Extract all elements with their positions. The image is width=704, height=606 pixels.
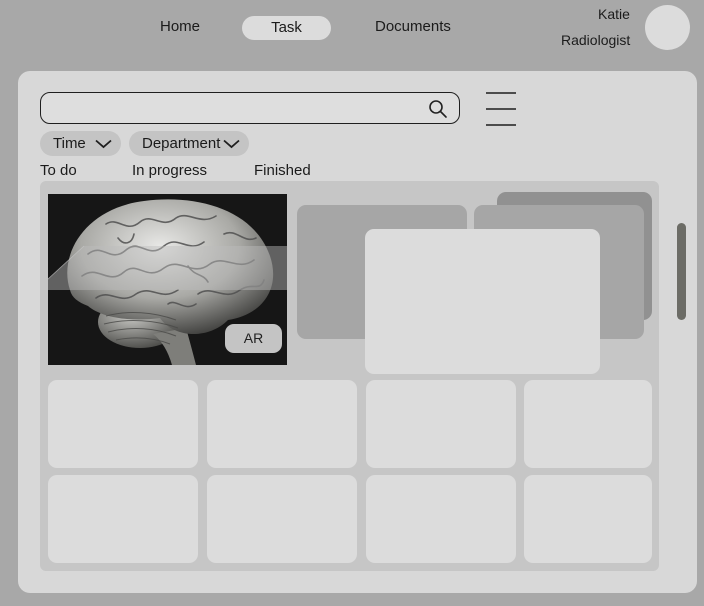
search-bar (40, 92, 460, 125)
avatar[interactable] (645, 5, 690, 50)
tab-in-progress[interactable]: In progress (132, 162, 207, 180)
task-card[interactable] (366, 380, 516, 468)
search-input[interactable] (51, 93, 435, 125)
task-card[interactable] (48, 475, 198, 563)
nav-documents[interactable]: Documents (375, 18, 451, 36)
task-card[interactable] (207, 475, 357, 563)
time-filter-label: Time (53, 135, 86, 152)
scrollbar[interactable] (677, 223, 686, 320)
nav-task[interactable]: Task (242, 16, 331, 40)
chevron-down-icon (95, 139, 112, 149)
department-filter[interactable]: Department (129, 131, 249, 156)
tab-finished[interactable]: Finished (254, 162, 311, 180)
task-card[interactable] (48, 380, 198, 468)
user-name: Katie (598, 6, 630, 22)
nav-home[interactable]: Home (160, 18, 200, 36)
task-card[interactable] (524, 380, 652, 468)
task-card[interactable] (207, 380, 357, 468)
tab-todo[interactable]: To do (40, 162, 77, 180)
chevron-down-icon (223, 139, 240, 149)
ar-button[interactable]: AR (225, 324, 282, 353)
selected-card[interactable] (365, 229, 600, 374)
time-filter[interactable]: Time (40, 131, 121, 156)
task-card[interactable] (524, 475, 652, 563)
menu-icon[interactable] (485, 91, 517, 127)
department-filter-label: Department (142, 135, 221, 152)
user-role: Radiologist (561, 32, 631, 48)
search-icon[interactable] (428, 99, 448, 119)
task-card[interactable] (366, 475, 516, 563)
